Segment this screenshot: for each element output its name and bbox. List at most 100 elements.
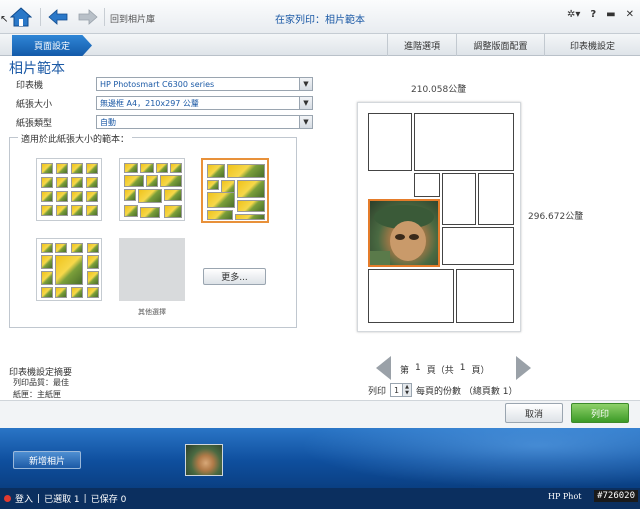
section-title: 相片範本 [9, 61, 65, 77]
login-link[interactable]: 登入 [15, 492, 33, 505]
previous-page-button[interactable] [376, 356, 392, 383]
template-cell [41, 287, 53, 298]
template-cell [207, 180, 219, 190]
photo-slot[interactable] [368, 269, 454, 323]
page-height-label: 296.672公釐 [528, 212, 584, 222]
photo-slot[interactable] [442, 227, 514, 265]
saved-count: 已保存 0 [90, 495, 127, 505]
photo-slot[interactable] [414, 173, 440, 197]
chevron-down-icon[interactable]: ▼ [299, 116, 312, 128]
stepper-arrows-icon[interactable]: ▲ ▼ [402, 384, 412, 396]
toolbar-divider [104, 8, 105, 26]
forward-arrow-icon [78, 9, 98, 25]
printer-select[interactable]: HP Photosmart C6300 series ▼ [96, 77, 313, 91]
template-cell [41, 191, 53, 202]
tab-strip: 頁面設定 進階選項 調整版面配置 印表機設定 [0, 34, 640, 56]
template-cell [86, 177, 98, 188]
paper-type-value: 自動 [100, 117, 116, 127]
chevron-down-icon[interactable]: ▼ [299, 78, 312, 90]
template-cell [87, 243, 99, 253]
photo-thumbnail[interactable] [185, 444, 223, 476]
template-cell [56, 163, 68, 174]
template-cell [86, 163, 98, 174]
template-cell [56, 177, 68, 188]
template-cell [138, 189, 162, 203]
next-page-button[interactable] [515, 356, 531, 383]
template-cell [71, 243, 83, 253]
template-cell [124, 189, 136, 201]
template-cell [55, 255, 83, 285]
template-cell [124, 163, 138, 173]
photo-slot[interactable] [442, 173, 476, 225]
tray-glow [300, 428, 640, 488]
tab-printer-settings[interactable]: 印表機設定 [544, 34, 640, 56]
template-cell [71, 163, 83, 174]
paper-type-label: 紙張類型 [16, 118, 53, 129]
template-cell [87, 287, 99, 298]
status-divider: | [83, 493, 87, 504]
photo-slot-filled[interactable] [368, 199, 440, 267]
copies-description: 每頁的份數 （總頁數 1） [416, 386, 518, 397]
template-cell [227, 164, 265, 178]
status-bar: 登入 | 已選取 1 | 已保存 0 HP Phot #726020 [0, 488, 640, 509]
template-cell [140, 163, 154, 173]
back-button[interactable] [46, 6, 70, 28]
template-cell [41, 243, 53, 253]
tab-advanced-options[interactable]: 進階選項 [387, 34, 456, 56]
template-cell [55, 287, 67, 298]
minimize-button[interactable]: ▬ [606, 9, 615, 20]
selected-count: 已選取 1 [44, 495, 80, 505]
back-to-gallery-link[interactable]: 回到相片庫 [110, 12, 155, 25]
paper-type-row: 紙張類型 自動 ▼ [16, 115, 313, 129]
page-total: 1 [459, 363, 466, 373]
add-photo-button[interactable]: 新增相片 [13, 451, 81, 469]
tab-page-setup[interactable]: 頁面設定 [12, 35, 92, 56]
status-divider: | [37, 493, 41, 504]
settings-gear-icon[interactable]: ✲▾ [567, 9, 580, 20]
template-cell [237, 180, 265, 198]
photo-slot[interactable] [414, 113, 514, 171]
photo-slot[interactable] [456, 269, 514, 323]
status-left: 登入 | 已選取 1 | 已保存 0 [4, 492, 126, 505]
copies-value[interactable]: 1 [391, 386, 402, 395]
close-button[interactable]: ✕ [626, 9, 634, 20]
template-other-placeholder[interactable] [119, 238, 185, 301]
print-quality-text: 列印品質：最佳 [13, 378, 69, 387]
print-button[interactable]: 列印 [571, 403, 629, 423]
paper-size-row: 紙張大小 無邊框 A4，210x297 公釐 ▼ [16, 96, 313, 110]
template-cell [41, 177, 53, 188]
print-copies-label: 列印 [368, 386, 387, 397]
printer-label: 印表機 [16, 80, 44, 91]
back-arrow-icon [48, 9, 68, 25]
template-mixed[interactable] [119, 158, 185, 221]
tab-adjust-layout[interactable]: 調整版面配置 [456, 34, 544, 56]
copies-stepper[interactable]: 1 ▲ ▼ [390, 383, 413, 397]
more-templates-button[interactable]: 更多... [203, 268, 266, 285]
home-button[interactable] [8, 6, 34, 28]
template-group-title: 適用於此紙張大小的範本： [18, 132, 133, 145]
cancel-button[interactable]: 取消 [505, 403, 563, 423]
forward-button[interactable] [76, 6, 100, 28]
template-cell [170, 163, 182, 173]
paper-type-select[interactable]: 自動 ▼ [96, 115, 313, 129]
template-cell [87, 271, 99, 285]
template-cell [71, 287, 83, 298]
template-cell [124, 205, 138, 217]
template-center-large[interactable] [36, 238, 102, 301]
chevron-down-icon[interactable]: ▼ [299, 97, 312, 109]
template-grid-16[interactable] [36, 158, 102, 221]
photo-slot[interactable] [478, 173, 514, 225]
template-cell [87, 255, 99, 269]
help-icon[interactable]: ? [590, 9, 596, 20]
template-cell [124, 175, 144, 187]
photo-slot[interactable] [368, 113, 412, 171]
template-cell [207, 210, 233, 220]
template-selected[interactable] [201, 158, 269, 223]
template-cell [71, 177, 83, 188]
chevron-left-icon [376, 356, 391, 380]
paper-size-select[interactable]: 無邊框 A4，210x297 公釐 ▼ [96, 96, 313, 110]
window-title: 在家列印：相片範本 [275, 15, 365, 26]
brand-text: HP Phot [548, 492, 582, 501]
template-cell [235, 214, 265, 220]
template-cell [156, 163, 168, 173]
